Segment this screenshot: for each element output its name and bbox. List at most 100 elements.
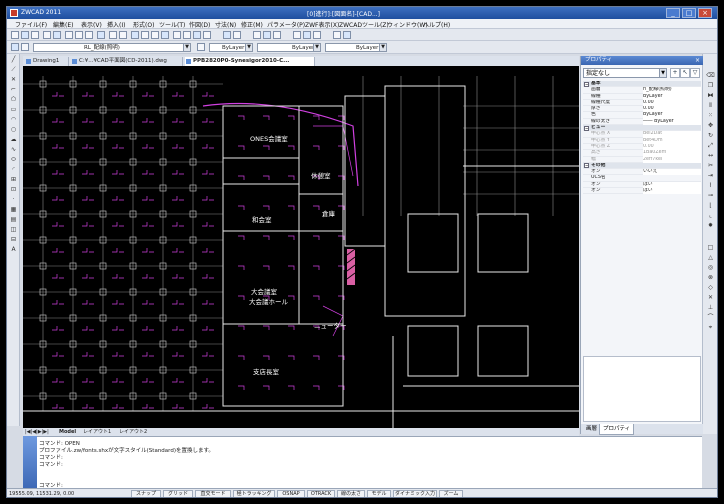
array-icon[interactable]: ⁙ (706, 112, 715, 120)
fillet-icon[interactable]: ⌞ (706, 212, 715, 220)
osnap-toggle[interactable]: OSNAP (277, 490, 305, 497)
join-icon[interactable]: ⊸ (706, 192, 715, 200)
match-properties-icon[interactable] (97, 31, 105, 39)
render-icon[interactable] (313, 31, 321, 39)
rectangle-icon[interactable]: ▭ (9, 106, 18, 114)
ucs-icon[interactable] (293, 31, 301, 39)
collapse-icon[interactable]: − (584, 163, 589, 169)
lineweight-combo[interactable]: ByLayer ▼ (325, 43, 387, 52)
offset-icon[interactable]: ⫴ (706, 102, 715, 110)
cut-icon[interactable] (65, 31, 73, 39)
region-icon[interactable]: ◫ (9, 226, 18, 234)
mtext-icon[interactable]: A (9, 246, 18, 254)
menu-parameter[interactable]: パラメータ(P) (267, 20, 305, 29)
scale-icon[interactable]: ⤢ (706, 142, 715, 150)
paste-icon[interactable] (85, 31, 93, 39)
osnap-quadrant-icon[interactable]: ◇ (706, 284, 715, 292)
osnap-center-icon[interactable]: ◎ (706, 264, 715, 272)
layer-previous-icon[interactable] (233, 31, 241, 39)
grid-toggle[interactable]: グリッド (163, 490, 193, 497)
properties-title[interactable]: プロパティ × (581, 56, 703, 65)
osnap-intersection-icon[interactable]: ✕ (706, 294, 715, 302)
hatch-icon[interactable]: ▦ (9, 206, 18, 214)
design-center-icon[interactable] (183, 31, 191, 39)
menu-draw[interactable]: 作図(D) (189, 20, 210, 29)
command-window[interactable]: コマンド: OPEN プロファイル.zw/fonts.shxが文字スタイル(St… (23, 436, 702, 489)
dim-style-icon[interactable] (273, 31, 281, 39)
layer-states-icon[interactable] (197, 43, 205, 51)
menu-modify[interactable]: 修正(M) (241, 20, 263, 29)
line-icon[interactable]: ╱ (9, 56, 18, 64)
view-icon[interactable] (303, 31, 311, 39)
extend-icon[interactable]: ⇥ (706, 172, 715, 180)
osnap-mid-icon[interactable]: △ (706, 254, 715, 262)
menu-view[interactable]: 表示(V) (81, 20, 102, 29)
print-preview-icon[interactable] (53, 31, 61, 39)
ray-icon[interactable]: ⟋ (9, 66, 18, 74)
minimize-button[interactable]: _ (666, 8, 680, 18)
make-block-icon[interactable]: ⊡ (9, 186, 18, 194)
zoom-status[interactable]: ズーム (439, 490, 463, 497)
ellipse-icon[interactable]: ⬭ (9, 156, 18, 164)
dynamic-input-toggle[interactable]: ダイナミック入力 (393, 490, 437, 497)
osnap-end-icon[interactable]: □ (706, 244, 715, 252)
explode-icon[interactable]: ✸ (706, 222, 715, 230)
snap-toggle[interactable]: スナップ (131, 490, 161, 497)
title-bar[interactable]: ZWCAD 2011 [0]進行]:[図面名]-[CAD...] _ □ × (7, 7, 717, 19)
linetype-combo[interactable]: ByLayer ▼ (257, 43, 321, 52)
polar-toggle[interactable]: 極トラッキング (233, 490, 275, 497)
save-icon[interactable] (31, 31, 39, 39)
ellipse-arc-icon[interactable]: ◜ (9, 166, 18, 174)
zoom-previous-icon[interactable] (161, 31, 169, 39)
layer-combo[interactable]: RL_配線(照明) ▼ (33, 43, 191, 52)
block-icon[interactable] (343, 31, 351, 39)
osnap-node-icon[interactable]: ⊗ (706, 274, 715, 282)
menu-tools[interactable]: ツール(T) (159, 20, 185, 29)
menu-zwcad-tools[interactable]: ZWCADツール(Z) (339, 20, 389, 29)
undo-icon[interactable] (109, 31, 117, 39)
close-button[interactable]: × (698, 8, 712, 18)
model-toggle[interactable]: モデル (367, 490, 391, 497)
arc-icon[interactable]: ◠ (9, 116, 18, 124)
drawing-canvas[interactable]: ONES会議室 休憩室 和会室 倉庫 大会議室 大会議ホール 支店長室 ニュータ… (23, 66, 579, 428)
menu-dimension[interactable]: 寸法(N) (215, 20, 236, 29)
tool-palette-icon[interactable] (193, 31, 201, 39)
copy-icon[interactable] (75, 31, 83, 39)
layer-manager-icon[interactable] (223, 31, 231, 39)
trim-icon[interactable]: ✂ (706, 162, 715, 170)
toggle-pickadd-icon[interactable]: + (670, 68, 680, 78)
construction-line-icon[interactable]: ✕ (9, 76, 18, 84)
properties-icon[interactable] (173, 31, 181, 39)
help-icon[interactable] (203, 31, 211, 39)
doc-tab-active-drawing[interactable]: PPB2820P0-Synesigor2010-C... (185, 57, 315, 66)
command-window-handle[interactable] (23, 436, 37, 488)
break-icon[interactable]: ⌇ (706, 182, 715, 190)
tab-model[interactable]: Model (59, 428, 76, 436)
zoom-window-icon[interactable] (151, 31, 159, 39)
ortho-toggle[interactable]: 直交モード (195, 490, 231, 497)
otrack-toggle[interactable]: OTRACK (307, 490, 335, 497)
menu-window[interactable]: ウィンドウ(W) (387, 20, 428, 29)
menu-help[interactable]: ヘルプ(H) (423, 20, 450, 29)
draw-order-icon[interactable] (253, 31, 261, 39)
print-icon[interactable] (43, 31, 51, 39)
gradient-icon[interactable]: ▤ (9, 216, 18, 224)
quick-select-icon[interactable]: ▽ (690, 68, 700, 78)
menu-file[interactable]: ファイル(F) (15, 20, 47, 29)
polygon-icon[interactable]: ⬠ (9, 96, 18, 104)
osnap-perpendicular-icon[interactable]: ⊥ (706, 304, 715, 312)
text-style-icon[interactable] (263, 31, 271, 39)
layout-nav-buttons[interactable]: |◀|◀|▶|▶| (25, 428, 49, 436)
menu-insert[interactable]: 挿入(I) (107, 20, 125, 29)
point-icon[interactable]: · (9, 196, 18, 204)
tab-layout1[interactable]: レイアウト1 (83, 428, 111, 436)
property-value[interactable]: はい (643, 188, 701, 195)
erase-icon[interactable]: ⌫ (706, 72, 715, 80)
stretch-icon[interactable]: ↔ (706, 152, 715, 160)
measure-icon[interactable] (333, 31, 341, 39)
pan-icon[interactable] (131, 31, 139, 39)
layer-icon[interactable] (11, 43, 19, 51)
polyline-icon[interactable]: ⌐ (9, 86, 18, 94)
circle-icon[interactable]: ○ (9, 126, 18, 134)
menu-edit[interactable]: 編集(E) (53, 20, 73, 29)
